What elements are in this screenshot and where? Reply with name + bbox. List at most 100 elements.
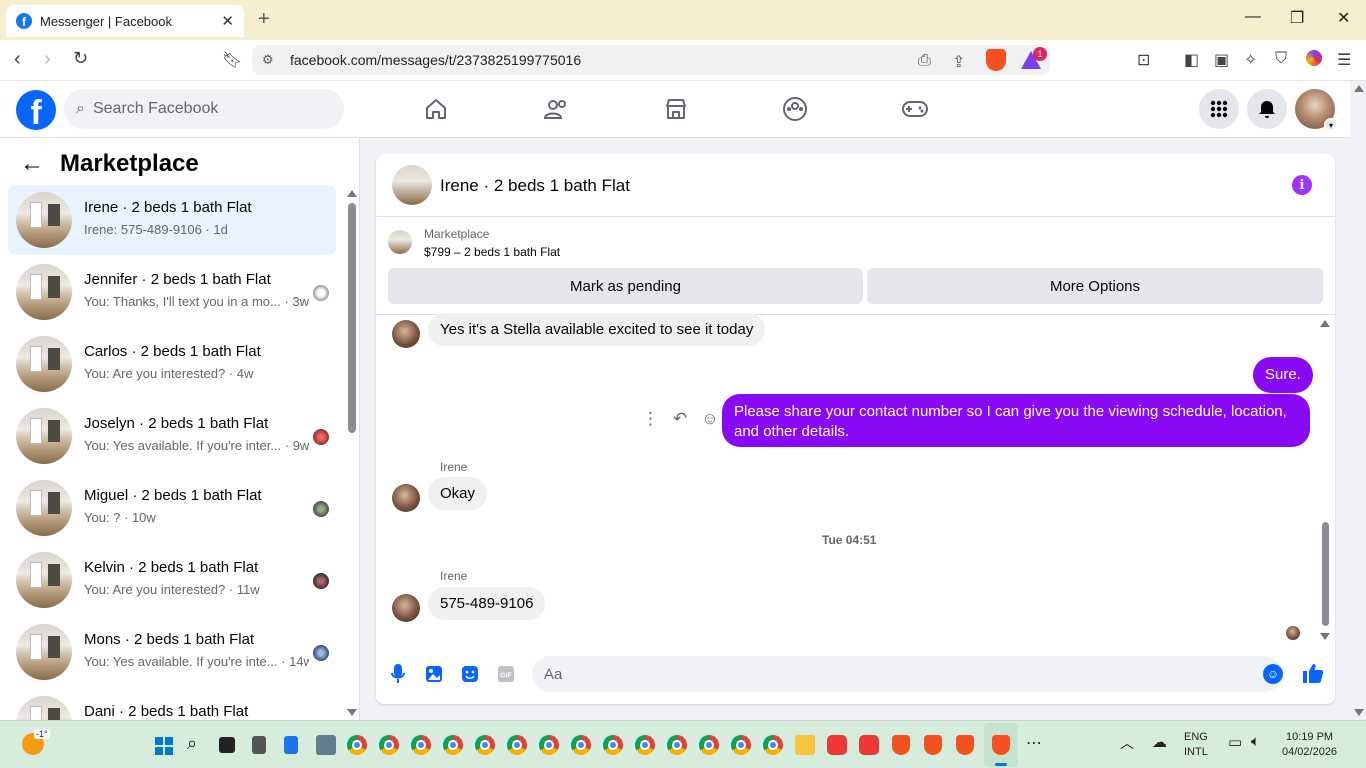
profile-browser-icon[interactable] (1306, 50, 1322, 66)
file-explorer-icon[interactable] (795, 735, 815, 755)
chrome-icon[interactable] (475, 735, 495, 755)
brave-icon[interactable] (892, 735, 910, 755)
mark-as-pending-button[interactable]: Mark as pending (388, 268, 863, 304)
clock[interactable]: 10:19 PM 04/02/2026 (1282, 730, 1337, 760)
friends-icon[interactable] (541, 95, 571, 123)
restore-icon[interactable]: ❐ (1290, 8, 1304, 28)
chrome-icon[interactable] (699, 735, 719, 755)
chat-scroll-up-arrow[interactable] (1320, 320, 1330, 327)
close-tab-icon[interactable]: ✕ (221, 12, 234, 30)
react-emoji-icon[interactable]: ☺ (701, 409, 718, 429)
notepad-icon[interactable] (284, 736, 298, 754)
chrome-icon[interactable] (411, 735, 431, 755)
more-options-button[interactable]: More Options (867, 268, 1323, 304)
share-icon[interactable]: ⇪ (952, 52, 965, 72)
sticker-icon[interactable] (460, 664, 480, 684)
brave-active-icon[interactable] (992, 735, 1010, 755)
photo-icon[interactable] (424, 664, 444, 684)
reload-icon[interactable]: ↻ (73, 48, 88, 69)
task-view-icon[interactable] (219, 737, 235, 753)
chrome-icon[interactable] (539, 735, 559, 755)
volume-icon[interactable]: 🔈︎ (1251, 733, 1260, 750)
conversation-item[interactable]: Joselyn · 2 beds 1 bath Flat You: Yes av… (8, 401, 336, 471)
windows-start-icon[interactable] (155, 737, 173, 755)
chrome-icon[interactable] (635, 735, 655, 755)
search-input[interactable]: ⌕ Search Facebook (64, 89, 344, 129)
home-icon[interactable] (421, 95, 451, 123)
chat-avatar[interactable] (392, 165, 432, 205)
facebook-logo-icon[interactable]: f (16, 90, 56, 130)
back-icon[interactable]: ‹ (14, 48, 21, 71)
emoji-icon[interactable]: ☺ (1263, 664, 1283, 684)
language-indicator[interactable]: ENG INTL (1184, 730, 1208, 760)
network-icon[interactable]: ▭ (1228, 733, 1242, 751)
brave-icon[interactable] (924, 735, 942, 755)
message-input[interactable]: Aa (532, 656, 1282, 692)
info-icon[interactable]: i (1292, 175, 1312, 195)
more-apps-icon[interactable]: ⋯ (1026, 733, 1042, 753)
chrome-icon[interactable] (763, 735, 783, 755)
menu-grid-icon[interactable] (1199, 89, 1239, 129)
listing-thumbnail[interactable] (388, 230, 412, 254)
more-options-icon[interactable]: ⋮ (642, 409, 659, 429)
close-window-icon[interactable]: ✕ (1337, 8, 1350, 28)
chat-title[interactable]: Irene · 2 beds 1 bath Flat (440, 176, 630, 196)
sidebar-scrollbar[interactable] (348, 203, 356, 433)
conversation-item[interactable]: Jennifer · 2 beds 1 bath Flat You: Thank… (8, 257, 336, 327)
chrome-icon[interactable] (731, 735, 751, 755)
conversation-item[interactable]: Mons · 2 beds 1 bath Flat You: Yes avail… (8, 617, 336, 687)
chrome-icon[interactable] (571, 735, 591, 755)
back-arrow-icon[interactable]: ← (20, 150, 44, 178)
reply-icon[interactable]: ↶ (673, 409, 687, 429)
brave-icon[interactable] (956, 735, 974, 755)
tray-chevron-up-icon[interactable]: ︿ (1120, 733, 1134, 753)
conversation-item[interactable]: Dani · 2 beds 1 bath Flat (8, 689, 336, 720)
page-scroll-down-arrow[interactable] (1354, 709, 1364, 716)
leo-ai-icon[interactable]: ✧ (1244, 50, 1257, 70)
marketplace-icon[interactable] (661, 95, 691, 123)
vivaldi-icon[interactable] (827, 735, 847, 755)
new-tab-button[interactable]: + (258, 8, 270, 31)
weather-temp: -1° (34, 729, 50, 739)
menu-icon[interactable]: ☰ (1337, 50, 1351, 70)
conversation-item[interactable]: Kelvin · 2 beds 1 bath Flat You: Are you… (8, 545, 336, 615)
profile-avatar[interactable]: ▾ (1295, 89, 1338, 132)
thumbs-up-icon[interactable] (1302, 662, 1324, 690)
scroll-up-arrow[interactable] (347, 190, 357, 197)
microphone-icon[interactable] (388, 664, 408, 684)
page-scroll-up-arrow[interactable] (1354, 85, 1364, 92)
install-app-icon[interactable]: ⎙ (918, 52, 931, 70)
chrome-icon[interactable] (443, 735, 463, 755)
chrome-icon[interactable] (667, 735, 687, 755)
bookmark-icon[interactable]: 🔖︎ (222, 50, 242, 70)
conversation-item[interactable]: Irene · 2 beds 1 bath Flat Irene: 575-48… (8, 185, 336, 255)
chat-scrollbar[interactable] (1322, 522, 1329, 626)
sidebar-icon[interactable]: ◧ (1184, 50, 1199, 70)
notifications-bell-icon[interactable] (1247, 89, 1287, 129)
network-app-icon[interactable] (316, 735, 336, 755)
listing-title[interactable]: $799 – 2 beds 1 bath Flat (424, 245, 560, 259)
conversation-item[interactable]: Miguel · 2 beds 1 bath Flat You: ? · 10w (8, 473, 336, 543)
gaming-icon[interactable] (900, 95, 930, 123)
wallet-icon[interactable]: ▣ (1214, 50, 1229, 70)
vpn-icon[interactable]: ⛉ (1275, 50, 1287, 68)
gif-icon[interactable]: GIF (496, 664, 516, 684)
minimize-icon[interactable]: — (1245, 8, 1261, 26)
calculator-icon[interactable] (252, 736, 266, 754)
browser-tab[interactable]: f Messenger | Facebook ✕ (6, 5, 244, 37)
taskbar-search-icon[interactable]: ⌕ (187, 733, 197, 754)
chrome-icon[interactable] (379, 735, 399, 755)
forward-icon[interactable]: › (44, 48, 51, 71)
reader-mode-icon[interactable]: ⊡ (1137, 50, 1150, 70)
brave-shields-icon[interactable] (986, 49, 1006, 71)
vivaldi-icon[interactable] (859, 735, 879, 755)
chat-scroll-down-arrow[interactable] (1320, 633, 1330, 640)
chrome-icon[interactable] (347, 735, 367, 755)
groups-icon[interactable] (780, 95, 810, 123)
conversation-item[interactable]: Carlos · 2 beds 1 bath Flat You: Are you… (8, 329, 336, 399)
scroll-down-arrow[interactable] (347, 709, 357, 716)
site-info-icon[interactable]: ⚙ (262, 52, 280, 68)
chrome-icon[interactable] (603, 735, 623, 755)
chrome-icon[interactable] (507, 735, 527, 755)
cloud-icon[interactable]: ☁ (1152, 733, 1167, 751)
